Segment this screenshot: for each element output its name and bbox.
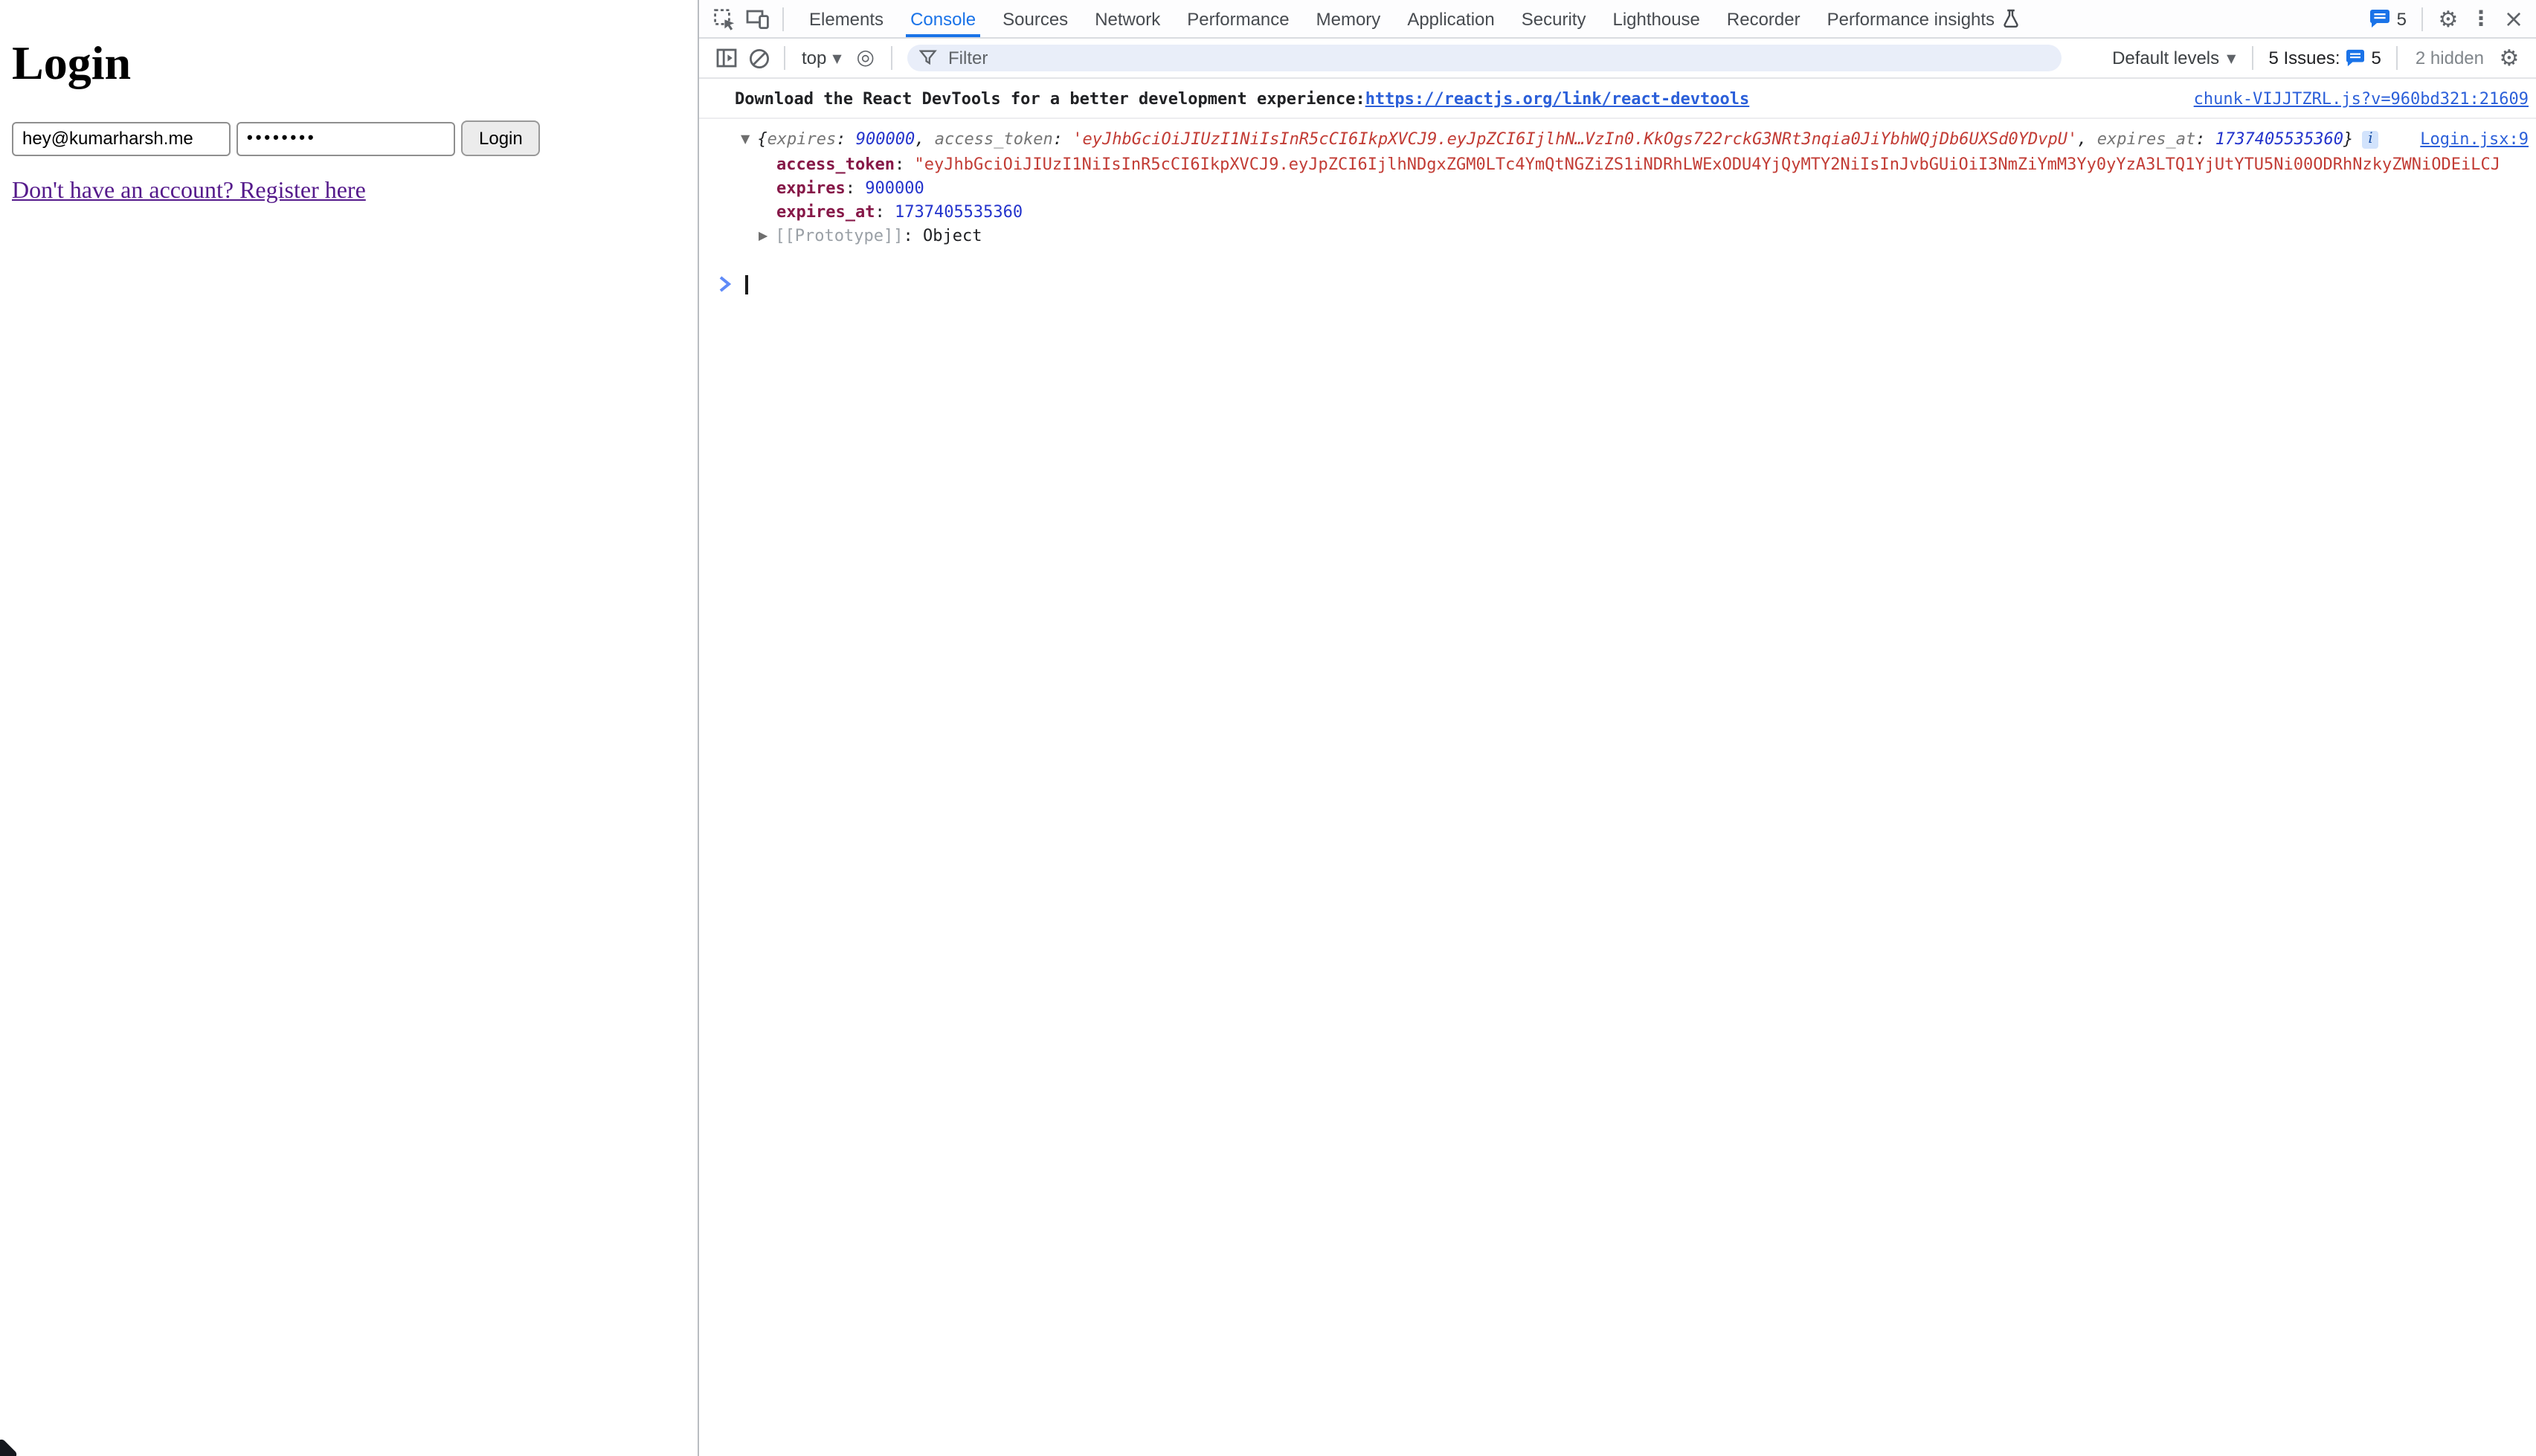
tab-sources[interactable]: Sources [989,0,1081,37]
chevron-down-icon: ▼ [2227,51,2236,65]
object-preview: {expires: 900000, access_token: 'eyJhbGc… [757,128,2353,152]
password-field[interactable] [236,121,455,155]
login-page: Login Login Don't have an account? Regis… [0,0,698,1456]
levels-label: Default levels [2112,48,2219,68]
value-info-icon[interactable]: i [2362,131,2378,149]
tab-recorder[interactable]: Recorder [1713,0,1814,37]
divider [891,46,892,70]
execution-context-selector[interactable]: top ▼ [794,48,849,68]
tab-lighthouse[interactable]: Lighthouse [1599,0,1713,37]
register-link[interactable]: Don't have an account? Register here [12,178,366,205]
text-cursor [745,274,747,294]
issues-count: 5 [2372,48,2381,68]
flask-icon [2002,9,2020,28]
funnel-icon [919,49,936,67]
tab-performance[interactable]: Performance [1174,0,1302,37]
object-property-expires: expires: 900000 [699,177,2529,201]
collapse-triangle-icon[interactable]: ▼ [741,128,750,152]
issues-counter[interactable]: 5 Issues: 5 [2262,48,2387,68]
page-title: Login [12,36,686,91]
object-property-expires-at: expires_at: 1737405535360 [699,201,2529,225]
source-link-login-jsx[interactable]: Login.jsx:9 [2390,128,2529,152]
issues-bubble-icon [2346,49,2366,67]
tab-network[interactable]: Network [1081,0,1174,37]
console-message-object-log: ▼ {expires: 900000, access_token: 'eyJhb… [699,119,2536,257]
divider [2421,7,2423,30]
kebab-menu-icon[interactable]: ⋮ [2465,2,2497,35]
divider [782,7,784,30]
console-output: Download the React DevTools for a better… [699,79,2536,1456]
context-label: top [802,48,826,68]
console-sidebar-icon[interactable] [709,42,742,74]
console-settings-gear-icon[interactable]: ⚙ [2493,42,2526,74]
object-property-access-token: access_token: "eyJhbGciOiJIUzI1NiIsInR5c… [699,153,2529,177]
filter-box [907,45,2062,71]
email-field[interactable] [12,121,231,155]
screen: Login Login Don't have an account? Regis… [0,0,2536,1456]
message-bubble-icon [2370,9,2391,28]
issues-label: 5 Issues: [2268,48,2340,68]
device-toolbar-icon[interactable] [741,2,773,35]
devtools-tabs: Elements Console Sources Network Perform… [796,0,2033,37]
expand-triangle-icon[interactable]: ▶ [759,229,767,242]
tab-security[interactable]: Security [1508,0,1600,37]
tab-performance-insights[interactable]: Performance insights [1814,0,2033,37]
chevron-down-icon: ▼ [832,51,841,65]
source-link-chunk[interactable]: chunk-VIJJTZRL.js?v=960bd321:21609 [2164,89,2529,109]
react-devtools-link[interactable]: https://reactjs.org/link/react-devtools [1365,89,1750,109]
divider [2396,46,2398,70]
divider [784,46,785,70]
toolbar-right-controls: Default levels ▼ 5 Issues: 5 2 hidden ⚙ [2105,42,2526,74]
login-button[interactable]: Login [461,120,541,156]
tab-memory[interactable]: Memory [1303,0,1394,37]
console-message-react-devtools: Download the React DevTools for a better… [699,79,2536,119]
message-text: Download the React DevTools for a better… [735,89,1365,109]
live-expression-eye-icon[interactable]: ◎ [849,42,882,74]
clear-console-icon[interactable] [742,42,775,74]
hidden-messages-label[interactable]: 2 hidden [2407,48,2493,68]
devtools-toggle-badge[interactable] [0,1437,19,1456]
tab-performance-insights-label: Performance insights [1827,8,1995,29]
tab-application[interactable]: Application [1394,0,1507,37]
log-levels-selector[interactable]: Default levels ▼ [2105,48,2243,68]
prototype-text: [[Prototype]]: Object [775,226,982,245]
console-toolbar: top ▼ ◎ Default levels ▼ 5 Issues: [699,39,2536,79]
close-devtools-icon[interactable]: × [2497,2,2530,35]
settings-gear-icon[interactable]: ⚙ [2432,2,2465,35]
devtools-panel: Elements Console Sources Network Perform… [698,0,2536,1456]
console-messages-badge[interactable]: 5 [2364,8,2413,29]
message-count: 5 [2397,8,2407,29]
filter-input[interactable] [945,46,2050,70]
tab-elements[interactable]: Elements [796,0,897,37]
login-form: Login [12,120,686,156]
divider [2252,46,2253,70]
object-prototype-line: ▶ [[Prototype]]: Object [699,225,2529,250]
inspect-element-icon[interactable] [708,2,741,35]
tab-console[interactable]: Console [897,0,989,37]
tabbar-right-controls: 5 ⚙ ⋮ × [2364,2,2530,35]
console-prompt[interactable] [699,257,2536,297]
object-preview-line: ▼ {expires: 900000, access_token: 'eyJhb… [699,128,2529,153]
prompt-chevron-icon [718,275,732,293]
devtools-tabbar: Elements Console Sources Network Perform… [699,0,2536,39]
